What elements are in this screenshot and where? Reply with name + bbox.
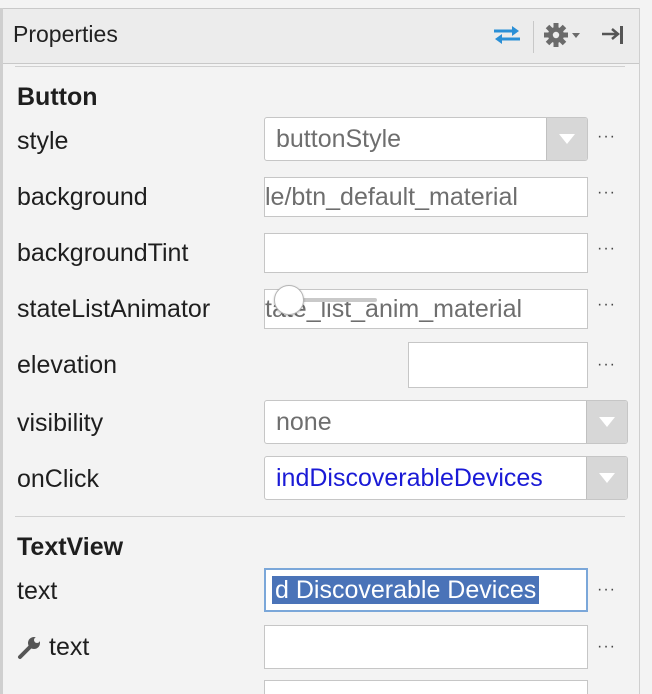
visibility-value: none xyxy=(276,408,332,436)
label-onclick: onClick xyxy=(17,465,99,493)
section-title-textview: TextView xyxy=(17,533,124,561)
label-statelistanimator: stateListAnimator xyxy=(17,295,211,323)
tools-text-field[interactable] xyxy=(264,625,588,669)
elevation-slider-track[interactable] xyxy=(293,298,377,302)
label-visibility: visibility xyxy=(17,409,104,437)
section-title-button: Button xyxy=(17,83,98,111)
panel-title: Properties xyxy=(13,21,118,47)
properties-header: Properties xyxy=(3,9,639,64)
label-elevation: elevation xyxy=(17,351,118,379)
label-tools-text: text xyxy=(17,633,89,662)
panel-right-border xyxy=(639,8,652,694)
statelistanimator-more-button[interactable]: ··· xyxy=(597,296,616,314)
style-more-button[interactable]: ··· xyxy=(597,128,616,146)
backgroundtint-field[interactable] xyxy=(264,233,588,273)
chevron-down-icon[interactable] xyxy=(586,457,627,499)
text-value-selected: d Discoverable Devices xyxy=(272,576,540,604)
elevation-slider-knob[interactable] xyxy=(274,285,304,315)
chevron-down-icon[interactable] xyxy=(546,118,587,160)
style-value: buttonStyle xyxy=(276,125,402,153)
visibility-combo[interactable]: none xyxy=(264,400,628,444)
header-separator xyxy=(533,21,534,53)
onclick-value: indDiscoverableDevices xyxy=(276,464,543,492)
top-strip xyxy=(0,0,652,9)
statelistanimator-field[interactable]: tate_list_anim_material xyxy=(264,289,588,329)
text-field[interactable]: d Discoverable Devices xyxy=(264,568,588,612)
tools-text-more-button[interactable]: ··· xyxy=(597,638,616,656)
backgroundtint-more-button[interactable]: ··· xyxy=(597,240,616,258)
background-more-button[interactable]: ··· xyxy=(597,184,616,202)
divider xyxy=(15,516,625,517)
text-more-button[interactable]: ··· xyxy=(597,581,616,599)
onclick-combo[interactable]: indDiscoverableDevices xyxy=(264,456,628,500)
hide-panel-icon[interactable] xyxy=(597,19,631,51)
divider xyxy=(15,66,625,67)
gear-icon[interactable] xyxy=(543,19,589,51)
tools-text-label: text xyxy=(49,633,90,661)
background-field[interactable]: le/btn_default_material xyxy=(264,177,588,217)
label-text: text xyxy=(17,577,58,605)
style-combo[interactable]: buttonStyle xyxy=(264,117,588,161)
background-value: le/btn_default_material xyxy=(265,183,518,211)
label-background: background xyxy=(17,183,148,211)
elevation-more-button[interactable]: ··· xyxy=(597,356,616,374)
elevation-field[interactable] xyxy=(408,342,588,388)
label-style: style xyxy=(17,127,69,155)
next-field[interactable] xyxy=(264,680,588,694)
properties-content: Button style buttonStyle ··· background … xyxy=(3,64,639,694)
chevron-down-icon[interactable] xyxy=(586,401,627,443)
swap-arrows-icon[interactable] xyxy=(487,19,527,51)
label-backgroundtint: backgroundTint xyxy=(17,239,189,267)
wrench-icon xyxy=(18,636,40,659)
